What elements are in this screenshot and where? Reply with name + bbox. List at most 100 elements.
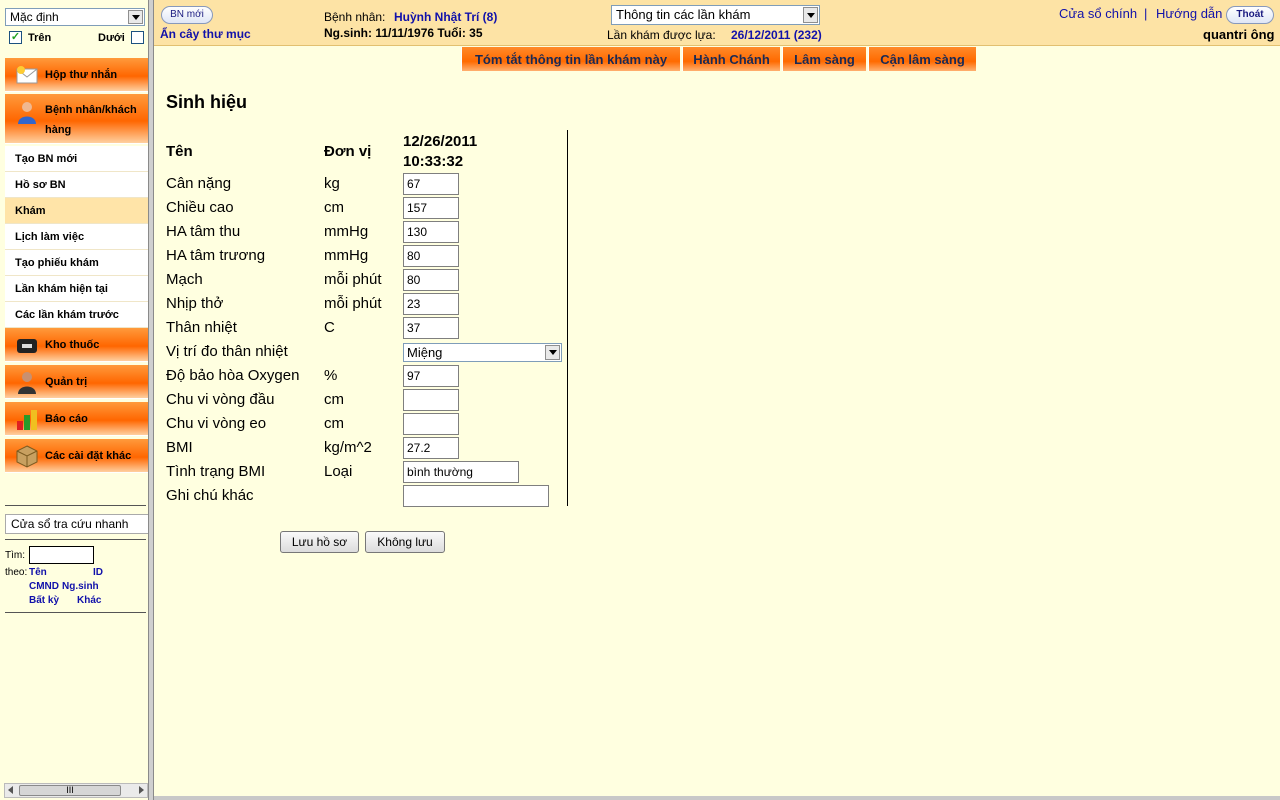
tab-visit-summary[interactable]: Tóm tắt thông tin lần khám này [461, 47, 680, 71]
new-patient-button-label: BN mới [170, 9, 204, 20]
sidebar-horizontal-scrollbar[interactable]: III [4, 783, 148, 798]
sidebar-item-schedule[interactable]: Lịch làm việc [5, 224, 148, 250]
weight-input[interactable]: 67 [403, 173, 459, 195]
bmi-status-input[interactable]: bình thường [403, 461, 519, 483]
chevron-down-icon [128, 10, 143, 24]
sidebar-item-create-exam[interactable]: Tạo phiếu khám [5, 250, 148, 276]
respiration-input[interactable]: 23 [403, 293, 459, 315]
other-notes-label: Ghi chú khác [166, 487, 254, 504]
view-mode-select[interactable]: Mặc định [5, 8, 145, 26]
temperature-value: 37 [407, 321, 421, 335]
new-patient-button[interactable]: BN mới [161, 6, 213, 24]
head-circumference-unit: cm [324, 391, 344, 408]
discard-button[interactable]: Không lưu [365, 531, 445, 553]
menu-group-pharmacy[interactable]: Kho thuốc [5, 328, 148, 362]
menu-group-patients[interactable]: Bệnh nhân/khách hàng [5, 94, 148, 144]
sidebar-item-label: Lần khám hiện tại [15, 283, 108, 295]
sidebar-item-previous-exams[interactable]: Các lần khám trước [5, 302, 148, 328]
menu-group-reports[interactable]: Báo cáo [5, 402, 148, 436]
height-input[interactable]: 157 [403, 197, 459, 219]
chevron-down-icon [545, 345, 560, 360]
head-circumference-label: Chu vi vòng đầu [166, 391, 275, 408]
duoi-label: Dưới [98, 32, 125, 44]
temperature-input[interactable]: 37 [403, 317, 459, 339]
admin-user-icon [15, 370, 39, 394]
search-option-dob[interactable]: Ng.sinh [62, 581, 99, 592]
column-header-time: 10:33:32 [403, 153, 464, 170]
package-icon [15, 444, 39, 468]
sidebar-section-exam[interactable]: Khám [5, 198, 148, 224]
diastolic-bp-input[interactable]: 80 [403, 245, 459, 267]
sidebar-splitter[interactable] [148, 0, 154, 800]
sidebar-item-label: Lịch làm việc [15, 231, 85, 243]
hide-tree-link[interactable]: Ẩn cây thư mục [160, 27, 251, 41]
tren-checkbox[interactable]: ✓ [9, 31, 22, 44]
tab-label: Lâm sàng [794, 52, 855, 67]
menu-group-pharmacy-label: Kho thuốc [45, 338, 100, 351]
sidebar-item-label: Các lần khám trước [15, 309, 119, 321]
temperature-unit: C [324, 319, 335, 336]
sidebar-item-current-exam[interactable]: Lần khám hiện tại [5, 276, 148, 302]
search-by-label: theo: [5, 567, 28, 578]
search-option-any[interactable]: Bất kỳ [29, 595, 59, 606]
oxygen-saturation-input[interactable]: 97 [403, 365, 459, 387]
quick-lookup-window[interactable]: Cửa sổ tra cứu nhanh [5, 514, 152, 534]
search-input[interactable] [29, 546, 94, 564]
oxygen-saturation-label: Độ bảo hòa Oxygen [166, 367, 300, 384]
column-header-name: Tên [166, 143, 193, 160]
bmi-input[interactable]: 27.2 [403, 437, 459, 459]
save-record-button[interactable]: Lưu hồ sơ [280, 531, 359, 553]
weight-label: Cân nặng [166, 175, 232, 192]
chevron-down-icon [803, 7, 818, 23]
column-header-date: 12/26/2011 [403, 133, 478, 150]
menu-group-settings[interactable]: Các cài đặt khác [5, 439, 148, 473]
oxygen-saturation-value: 97 [407, 369, 421, 383]
main-window-link[interactable]: Cửa sổ chính [1059, 6, 1137, 21]
bar-chart-icon [15, 407, 39, 431]
temp-site-label: Vị trí đo thân nhiệt [166, 343, 288, 360]
other-notes-input[interactable] [403, 485, 549, 507]
search-option-other[interactable]: Khác [77, 595, 101, 606]
bmi-label: BMI [166, 439, 193, 456]
help-link[interactable]: Hướng dẫn [1156, 6, 1222, 21]
tab-clinical[interactable]: Lâm sàng [782, 47, 866, 71]
selected-visit-value: 26/12/2011 (232) [731, 28, 822, 42]
temp-site-select[interactable]: Miệng [403, 343, 562, 362]
scroll-right-icon[interactable] [139, 786, 144, 794]
waist-circumference-input[interactable] [403, 413, 459, 435]
systolic-bp-label: HA tâm thu [166, 223, 241, 240]
logout-button[interactable]: Thoát [1226, 6, 1274, 24]
height-label: Chiều cao [166, 199, 234, 216]
tab-administrative[interactable]: Hành Chánh [682, 47, 780, 71]
bmi-status-value: bình thường [407, 465, 473, 479]
duoi-checkbox[interactable] [131, 31, 144, 44]
scroll-left-icon[interactable] [8, 786, 13, 794]
divider [5, 612, 146, 613]
sidebar-item-records[interactable]: Hồ sơ BN [5, 172, 148, 198]
search-option-id-card[interactable]: CMND [29, 581, 59, 592]
logout-button-label: Thoát [1236, 9, 1264, 20]
pulse-value: 80 [407, 273, 421, 287]
diastolic-bp-label: HA tâm trương [166, 247, 266, 264]
search-option-id[interactable]: ID [93, 567, 103, 578]
sidebar-item-label: Hồ sơ BN [15, 179, 66, 191]
temperature-label: Thân nhiệt [166, 319, 237, 336]
tab-paraclinical[interactable]: Cận lâm sàng [868, 47, 976, 71]
search-option-name[interactable]: Tên [29, 567, 47, 578]
menu-group-admin-label: Quản trị [45, 375, 88, 388]
menu-group-inbox[interactable]: Hộp thư nhắn [5, 58, 148, 92]
systolic-bp-input[interactable]: 130 [403, 221, 459, 243]
sidebar-item-label: Tạo BN mới [15, 153, 78, 165]
pill-box-icon [15, 333, 39, 357]
menu-group-admin[interactable]: Quản trị [5, 365, 148, 399]
pulse-input[interactable]: 80 [403, 269, 459, 291]
tren-label: Trên [28, 32, 52, 44]
head-circumference-input[interactable] [403, 389, 459, 411]
visit-info-select[interactable]: Thông tin các lần khám [611, 5, 820, 25]
person-icon [15, 100, 39, 124]
sidebar-item-new-patient[interactable]: Tạo BN mới [5, 146, 148, 172]
scroll-grip: III [66, 785, 74, 795]
save-record-button-label: Lưu hồ sơ [291, 535, 348, 549]
respiration-value: 23 [407, 297, 421, 311]
scroll-thumb[interactable]: III [19, 785, 121, 796]
